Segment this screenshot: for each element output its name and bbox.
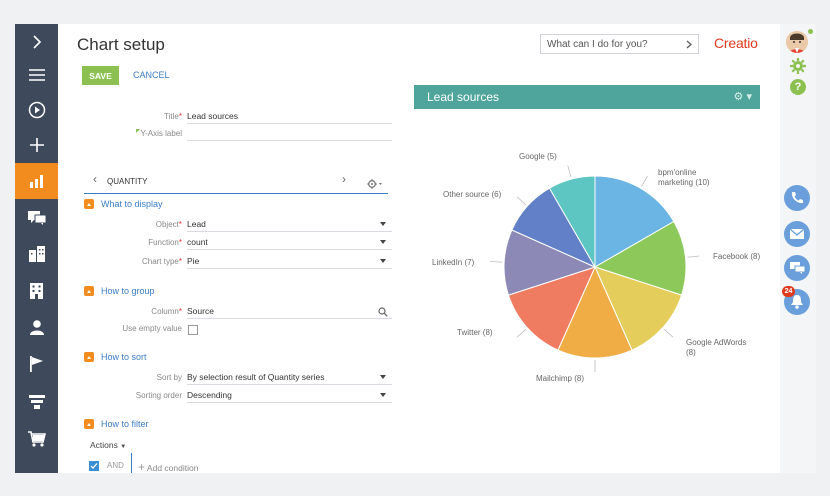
save-button[interactable]: SAVE <box>82 66 119 85</box>
pie-leader-line <box>641 175 648 187</box>
chart-type-select[interactable]: Pie <box>187 255 392 269</box>
chevron-right-icon <box>686 40 692 48</box>
play-icon[interactable] <box>15 92 58 128</box>
y-axis-label: Y-Axis label <box>118 129 182 138</box>
section-how-to-group[interactable]: How to group <box>101 286 155 296</box>
app-window: Chart setup What can I do for you? Creat… <box>15 24 816 474</box>
contact-person-icon[interactable] <box>15 309 58 345</box>
pie-leader-line <box>663 328 674 338</box>
online-status-dot <box>808 29 813 34</box>
use-empty-value-label: Use empty value <box>122 324 182 333</box>
pie-label-google: Google (5) <box>519 152 557 161</box>
settings-gear-icon[interactable] <box>790 58 806 79</box>
chart-header: Lead sources ⚙ ▾ <box>414 85 760 109</box>
sorting-order-label: Sorting order <box>135 391 182 400</box>
dropdown-arrow-icon <box>380 375 386 379</box>
cancel-button[interactable]: CANCEL <box>133 70 170 80</box>
email-icon[interactable] <box>784 221 810 247</box>
add-condition-button[interactable]: + Add condition <box>138 460 198 474</box>
flag-icon[interactable] <box>15 346 58 382</box>
dropdown-arrow-icon <box>380 240 386 244</box>
object-label: Object* <box>155 220 182 229</box>
pie-leader-line <box>516 328 527 338</box>
pie-leader-line <box>490 261 503 263</box>
collapse-how-to-sort-icon[interactable] <box>84 352 94 362</box>
section-how-to-filter[interactable]: How to filter <box>101 419 149 429</box>
pie-label-linkedin: LinkedIn (7) <box>432 258 475 267</box>
section-what-to-display[interactable]: What to display <box>101 199 163 209</box>
user-avatar[interactable] <box>786 31 808 53</box>
feed-chat-icon[interactable] <box>15 200 58 236</box>
pie-label-other-source: Other source (6) <box>443 190 502 199</box>
funnel-icon[interactable] <box>15 384 58 420</box>
dropdown-arrow-icon <box>380 393 386 397</box>
pie-leader-line <box>567 165 572 178</box>
filter-group-checkbox[interactable] <box>89 461 99 471</box>
pie-label-facebook: Facebook (8) <box>713 252 761 261</box>
pie-leader-line <box>687 255 700 258</box>
dropdown-arrow-icon <box>380 222 386 226</box>
title-label: Title* <box>164 112 182 121</box>
page-title: Chart setup <box>77 35 165 54</box>
help-icon[interactable]: ? <box>790 79 806 95</box>
use-empty-value-checkbox[interactable] <box>188 325 198 335</box>
screen: Chart setup What can I do for you? Creat… <box>0 0 830 496</box>
collapse-what-to-display-icon[interactable] <box>84 199 94 209</box>
collapse-how-to-filter-icon[interactable] <box>84 419 94 429</box>
command-search-input[interactable]: What can I do for you? <box>540 34 699 54</box>
dropdown-arrow-icon <box>380 259 386 263</box>
chart-settings-gear-icon[interactable]: ⚙ ▾ <box>734 90 752 103</box>
chart-type-label: Chart type* <box>141 257 182 266</box>
creatio-logo: Creatio <box>714 35 758 51</box>
pie-label-bpmonline-marketing: bpm'online marketing (10) <box>658 168 710 187</box>
accounts-buildings-icon[interactable] <box>15 236 58 272</box>
search-placeholder: What can I do for you? <box>547 38 648 50</box>
main-content: Chart setup What can I do for you? Creat… <box>58 24 780 474</box>
plus-icon[interactable] <box>15 127 58 163</box>
pie-label-google-adwords: Google AdWords (8) <box>686 338 747 357</box>
chevron-right-icon[interactable]: › <box>342 172 346 186</box>
function-select[interactable]: count <box>187 236 392 250</box>
chart-title: Lead sources <box>427 90 500 104</box>
left-nav <box>15 24 58 473</box>
phone-call-icon[interactable] <box>784 185 810 211</box>
cart-icon[interactable] <box>15 421 58 457</box>
menu-icon[interactable] <box>15 57 58 93</box>
filter-actions-menu[interactable]: Actions ▼ <box>90 440 126 450</box>
expand-nav-chevron-icon[interactable] <box>15 24 58 60</box>
building-icon[interactable] <box>15 273 58 309</box>
pie-leader-line <box>516 196 527 206</box>
chat-icon[interactable] <box>784 255 810 281</box>
collapse-how-to-group-icon[interactable] <box>84 286 94 296</box>
column-label: Column* <box>151 307 182 316</box>
column-lookup[interactable]: Source <box>187 305 392 319</box>
section-how-to-sort[interactable]: How to sort <box>101 352 147 362</box>
sorting-order-select[interactable]: Descending <box>187 389 392 403</box>
y-axis-input[interactable] <box>187 127 392 141</box>
filter-group-divider <box>131 453 132 473</box>
right-bar: ? 24 <box>780 24 816 473</box>
and-operator[interactable]: AND <box>107 461 124 470</box>
sort-by-select[interactable]: By selection result of Quantity series <box>187 371 392 385</box>
pie-label-twitter: Twitter (8) <box>457 328 493 337</box>
function-label: Function* <box>148 238 182 247</box>
notifications-count-badge: 24 <box>782 286 795 297</box>
analytics-icon[interactable] <box>15 163 58 199</box>
sort-by-label: Sort by <box>156 373 182 382</box>
title-input[interactable]: Lead sources <box>187 110 392 124</box>
check-icon <box>90 463 98 469</box>
tab-quantity[interactable]: QUANTITY <box>107 177 147 186</box>
object-select[interactable]: Lead <box>187 218 392 232</box>
search-icon[interactable] <box>378 307 388 317</box>
series-settings-gear-icon[interactable] <box>367 176 384 194</box>
chevron-left-icon[interactable]: ‹ <box>93 172 97 186</box>
pie-label-mailchimp: Mailchimp (8) <box>536 374 585 383</box>
